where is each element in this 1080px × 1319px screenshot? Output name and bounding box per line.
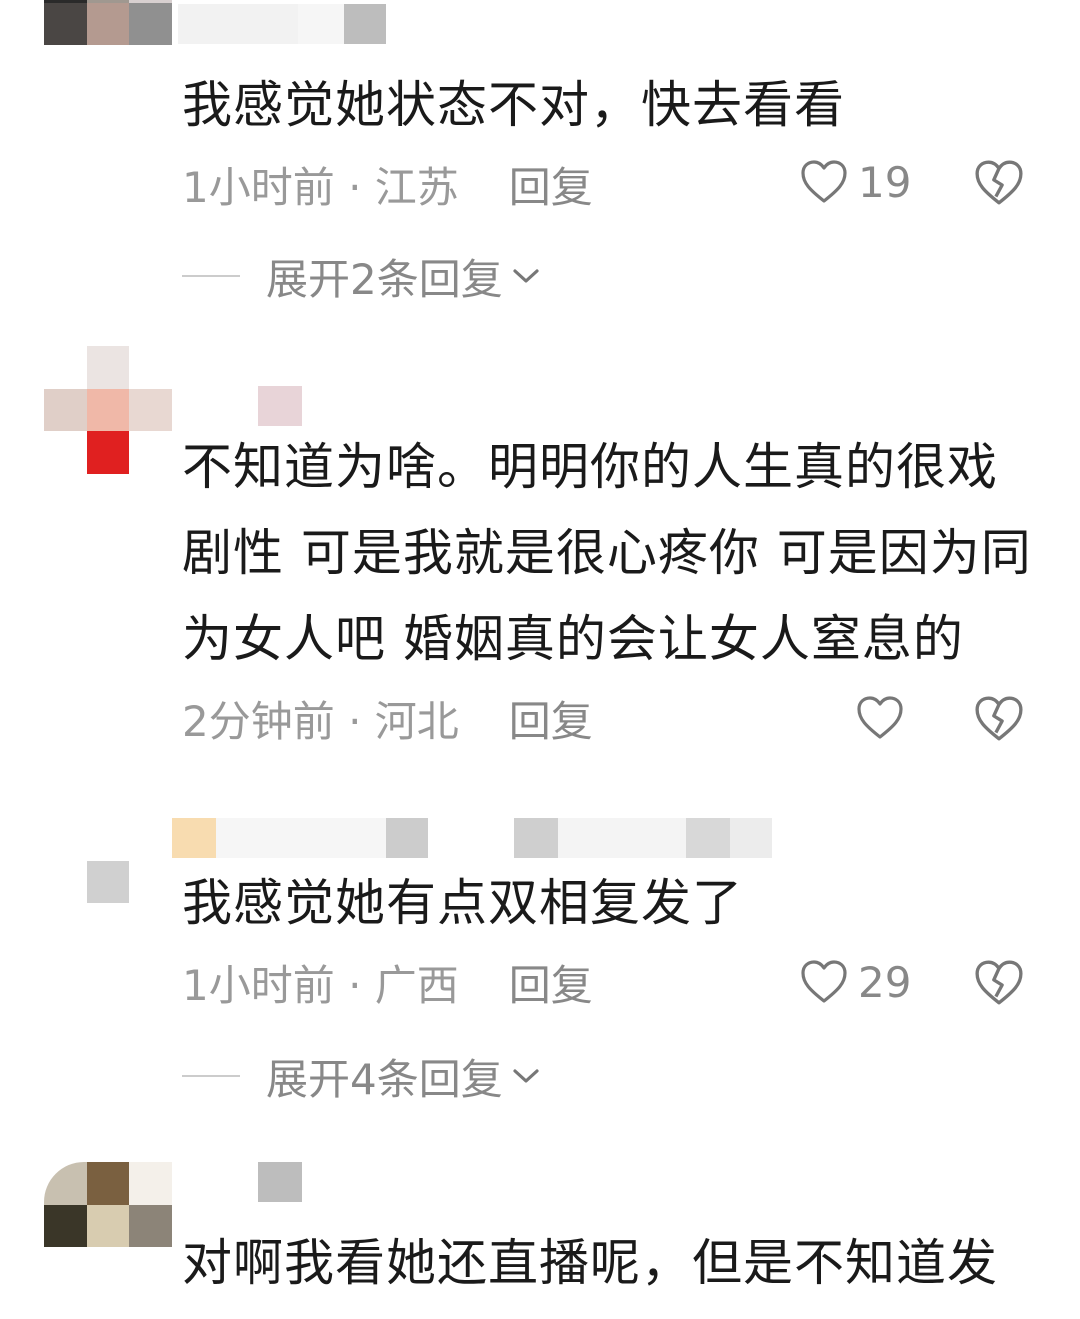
comment-text: 对啊我看她还直播呢，但是不知道发 [182,1234,998,1292]
avatar[interactable] [44,1162,172,1290]
reply-button[interactable]: 回复 [509,688,593,749]
username-blurred[interactable] [258,1162,302,1202]
comment-time-location: 1小时前 · 广西 [182,960,459,1010]
heart-outline-icon [801,960,847,1003]
chevron-down-icon [511,266,541,286]
reply-button[interactable]: 回复 [509,952,593,1013]
comment-meta: 1小时前 · 广西 回复 [182,952,1042,1012]
comment-text: 不知道为啥。明明你的人生真的很戏剧性 可是我就是很心疼你 可是因为同为女人吧 婚… [182,438,1032,668]
expand-replies-button[interactable]: 展开4条回复 [182,1046,541,1106]
comment-text: 我感觉她有点双相复发了 [182,874,743,932]
expand-replies-label: 展开2条回复 [266,254,503,304]
avatar[interactable] [44,818,172,946]
like-count: 29 [858,957,912,1007]
divider-line [182,275,240,277]
comment-meta: 1小时前 · 江苏 回复 [182,154,1042,214]
username-blurred[interactable] [172,818,772,858]
broken-heart-icon[interactable] [974,958,1024,1008]
like-button[interactable] [856,688,904,748]
like-button[interactable]: 19 [800,152,911,212]
broken-heart-icon[interactable] [974,694,1024,744]
username-blurred[interactable] [178,386,302,426]
avatar[interactable] [44,0,172,88]
broken-heart-icon[interactable] [974,158,1024,208]
comment-time-location: 1小时前 · 江苏 [182,162,459,212]
divider-line [182,1075,240,1077]
expand-replies-label: 展开4条回复 [266,1054,503,1104]
like-button[interactable]: 29 [800,952,911,1012]
heart-outline-icon [801,160,847,203]
comment-time-location: 2分钟前 · 河北 [182,696,459,746]
chevron-down-icon [511,1066,541,1086]
heart-outline-icon [857,696,903,739]
comment-meta: 2分钟前 · 河北 回复 [182,688,1042,748]
username-blurred[interactable] [178,4,386,44]
expand-replies-button[interactable]: 展开2条回复 [182,246,541,306]
comment-text: 我感觉她状态不对，快去看看 [182,76,845,134]
like-count: 19 [858,157,912,207]
avatar[interactable] [44,346,172,474]
reply-button[interactable]: 回复 [509,154,593,215]
